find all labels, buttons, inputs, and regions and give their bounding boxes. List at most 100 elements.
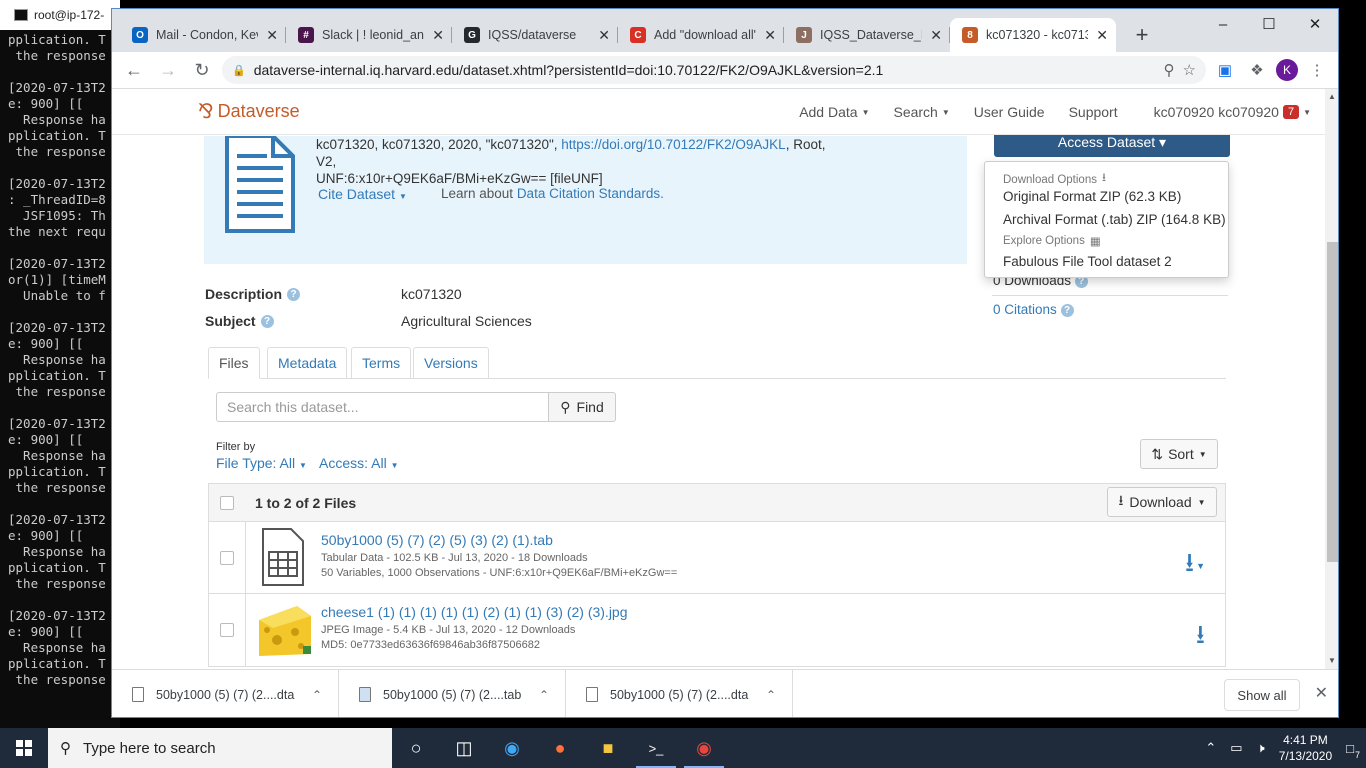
original-format-zip-item[interactable]: Original Format ZIP (62.3 KB) bbox=[1003, 189, 1181, 204]
file-name-link[interactable]: cheese1 (1) (1) (1) (1) (1) (2) (1) (1) … bbox=[321, 604, 628, 620]
reload-icon[interactable]: ↻ bbox=[188, 56, 216, 84]
archival-format-zip-item[interactable]: Archival Format (.tab) ZIP (164.8 KB) bbox=[1003, 212, 1226, 227]
chevron-up-icon[interactable]: ⌃ bbox=[539, 688, 549, 702]
chevron-up-icon[interactable]: ⌃ bbox=[312, 688, 322, 702]
terminal-line: Response ha bbox=[8, 112, 106, 127]
scrollbar-thumb[interactable] bbox=[1327, 242, 1338, 562]
nav-search[interactable]: Search ▼ bbox=[881, 104, 961, 120]
citation-standards-link[interactable]: Data Citation Standards. bbox=[517, 186, 664, 201]
task-view-icon[interactable]: ◫ bbox=[440, 728, 488, 768]
browser-tab[interactable]: C Add "download all" ✕ bbox=[618, 18, 784, 52]
close-window-icon[interactable]: ✕ bbox=[1292, 9, 1338, 39]
file-name-link[interactable]: 50by1000 (5) (7) (2) (5) (3) (2) (1).tab bbox=[321, 532, 553, 548]
file-download-button[interactable]: ⭳ ▼ bbox=[1185, 544, 1205, 588]
close-tab-icon[interactable]: ✕ bbox=[598, 27, 610, 44]
browser-tab[interactable]: G IQSS/dataverse ✕ bbox=[452, 18, 618, 52]
windows-taskbar: ⚲ Type here to search ○ ◫ ◉ ● ■ >_ ◉ ⌃ ▭ … bbox=[0, 728, 1366, 768]
page-scrollbar[interactable]: ▲ ▼ bbox=[1325, 89, 1338, 669]
dataverse-brand[interactable]: ⅋ Dataverse bbox=[198, 99, 300, 124]
sort-button[interactable]: ⇅ Sort ▼ bbox=[1140, 439, 1218, 469]
close-tab-icon[interactable]: ✕ bbox=[764, 27, 776, 44]
edge-icon[interactable]: ◉ bbox=[488, 728, 536, 768]
tab-versions[interactable]: Versions bbox=[413, 347, 489, 379]
download-button[interactable]: ⭳ Download ▼ bbox=[1107, 487, 1217, 517]
dataset-search-input[interactable]: Search this dataset... bbox=[216, 392, 550, 422]
access-filter[interactable]: Access: All ▼ bbox=[319, 455, 399, 471]
tab-favicon-icon: # bbox=[298, 27, 314, 43]
nav-add-data[interactable]: Add Data ▼ bbox=[787, 104, 881, 120]
volume-icon[interactable]: 🕨 bbox=[1257, 740, 1265, 756]
browser-tab[interactable]: J IQSS_Dataverse_Int ✕ bbox=[784, 18, 950, 52]
address-bar[interactable]: 🔒 dataverse-internal.iq.harvard.edu/data… bbox=[222, 56, 1206, 84]
browser-tab[interactable]: # Slack | ! leonid_and ✕ bbox=[286, 18, 452, 52]
caret-down-icon: ▼ bbox=[1196, 561, 1205, 571]
close-tab-icon[interactable]: ✕ bbox=[266, 27, 278, 44]
access-dataset-button[interactable]: Access Dataset ▾ bbox=[994, 135, 1230, 157]
download-item[interactable]: 50by1000 (5) (7) (2....dta ⌃ bbox=[566, 669, 793, 717]
chevron-up-icon[interactable]: ⌃ bbox=[1205, 740, 1216, 756]
nav-support[interactable]: Support bbox=[1057, 104, 1142, 120]
battery-icon[interactable]: ▭ bbox=[1230, 740, 1242, 756]
extensions-puzzle-icon[interactable]: ❖ bbox=[1244, 57, 1270, 83]
terminal-line: pplication. T bbox=[8, 128, 106, 143]
download-shelf: 50by1000 (5) (7) (2....dta ⌃ 50by1000 (5)… bbox=[112, 669, 1338, 717]
file-type-filter[interactable]: File Type: All ▼ bbox=[216, 455, 307, 471]
close-tab-icon[interactable]: ✕ bbox=[432, 27, 444, 44]
terminal-line: [2020-07-13T2 bbox=[8, 512, 106, 527]
file-download-button[interactable]: ⭳ bbox=[1196, 616, 1205, 660]
help-icon[interactable]: ? bbox=[287, 287, 301, 301]
help-icon[interactable]: ? bbox=[1060, 303, 1074, 317]
scroll-down-icon[interactable]: ▼ bbox=[1328, 656, 1336, 665]
download-item[interactable]: 50by1000 (5) (7) (2....dta ⌃ bbox=[112, 669, 339, 717]
tab-files[interactable]: Files bbox=[208, 347, 260, 379]
notification-center-icon[interactable]: □ 7 bbox=[1346, 741, 1360, 760]
back-icon[interactable]: ← bbox=[120, 56, 148, 84]
firefox-icon[interactable]: ● bbox=[536, 728, 584, 768]
browser-tab[interactable]: 8 kc071320 - kc0713 ✕ bbox=[950, 18, 1116, 52]
help-icon[interactable]: ? bbox=[260, 314, 274, 328]
tab-favicon-icon: O bbox=[132, 27, 148, 43]
window-controls: – ☐ ✕ bbox=[1200, 9, 1338, 39]
explore-tool-item[interactable]: Fabulous File Tool dataset 2 bbox=[1003, 254, 1172, 269]
close-tab-icon[interactable]: ✕ bbox=[1096, 27, 1108, 44]
chevron-up-icon[interactable]: ⌃ bbox=[766, 688, 776, 702]
minimize-icon[interactable]: – bbox=[1200, 9, 1246, 39]
clock-date: 7/13/2020 bbox=[1278, 749, 1333, 763]
chrome-icon[interactable]: ◉ bbox=[680, 728, 728, 768]
tab-title: Add "download all" bbox=[654, 28, 757, 42]
nav-user-menu[interactable]: kc070920 kc070920 7 ▼ bbox=[1142, 104, 1325, 120]
citations-metric[interactable]: 0 Citations ? bbox=[993, 302, 1074, 317]
row-checkbox[interactable] bbox=[220, 623, 234, 637]
taskbar-search[interactable]: ⚲ Type here to search bbox=[48, 728, 392, 768]
tab-terms[interactable]: Terms bbox=[351, 347, 412, 379]
row-checkbox[interactable] bbox=[220, 551, 234, 565]
forward-icon[interactable]: → bbox=[154, 56, 182, 84]
new-tab-button[interactable]: + bbox=[1128, 22, 1156, 48]
profile-avatar[interactable]: K bbox=[1276, 59, 1298, 81]
citation-text: kc071320, kc071320, 2020, "kc071320", ht… bbox=[316, 136, 836, 187]
tab-metadata[interactable]: Metadata bbox=[267, 347, 348, 379]
lock-icon[interactable]: 🔒 bbox=[232, 64, 246, 77]
file-explorer-icon[interactable]: ■ bbox=[584, 728, 632, 768]
start-button[interactable] bbox=[0, 728, 48, 768]
zoom-icon[interactable]: ⚲ bbox=[1164, 61, 1175, 79]
close-icon[interactable]: ✕ bbox=[1315, 683, 1328, 703]
cortana-icon[interactable]: ○ bbox=[392, 728, 440, 768]
close-tab-icon[interactable]: ✕ bbox=[930, 27, 942, 44]
doi-link[interactable]: https://doi.org/10.70122/FK2/O9AJKL bbox=[561, 137, 785, 152]
url-text[interactable]: dataverse-internal.iq.harvard.edu/datase… bbox=[254, 62, 1156, 78]
terminal-icon[interactable]: >_ bbox=[632, 728, 680, 768]
download-item[interactable]: 50by1000 (5) (7) (2....tab ⌃ bbox=[339, 669, 566, 717]
scroll-up-icon[interactable]: ▲ bbox=[1328, 92, 1336, 101]
select-all-checkbox[interactable] bbox=[220, 496, 234, 510]
bookmark-star-icon[interactable]: ☆ bbox=[1183, 61, 1196, 79]
maximize-icon[interactable]: ☐ bbox=[1246, 9, 1292, 39]
find-button[interactable]: ⚲ Find bbox=[548, 392, 616, 422]
browser-tab[interactable]: O Mail - Condon, Kev ✕ bbox=[120, 18, 286, 52]
show-all-button[interactable]: Show all bbox=[1224, 679, 1300, 711]
cite-dataset-button[interactable]: Cite Dataset ▼ bbox=[318, 186, 407, 202]
clock[interactable]: 4:41 PM 7/13/2020 bbox=[1279, 732, 1332, 764]
menu-kebab-icon[interactable]: ⋮ bbox=[1304, 57, 1330, 83]
nav-user-guide[interactable]: User Guide bbox=[962, 104, 1057, 120]
cast-extension-icon[interactable]: ▣ bbox=[1212, 57, 1238, 83]
